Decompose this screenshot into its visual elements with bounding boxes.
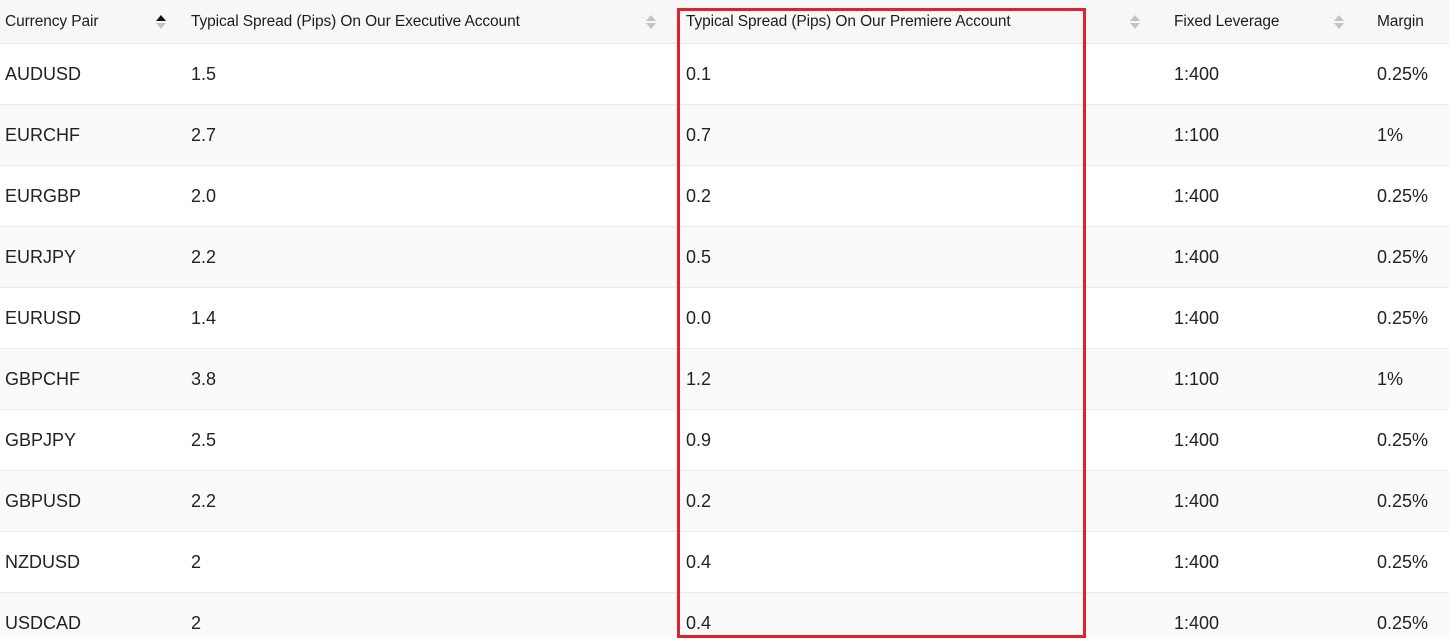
table-row: GBPJPY 2.5 0.9 1:400 0.25%	[0, 410, 1449, 471]
cell-margin: 0.25%	[1377, 307, 1429, 328]
cell-margin: 1%	[1377, 124, 1404, 145]
table-row: EURGBP 2.0 0.2 1:400 0.25%	[0, 166, 1449, 227]
cell-executive-spread: 2.2	[191, 246, 217, 267]
sort-arrows-icon[interactable]	[1332, 14, 1346, 29]
cell-margin: 0.25%	[1377, 429, 1429, 450]
cell-premiere-spread: 0.7	[686, 124, 712, 145]
table-row: NZDUSD 2 0.4 1:400 0.25%	[0, 532, 1449, 593]
cell-margin: 0.25%	[1377, 246, 1429, 267]
cell-executive-spread: 3.8	[191, 368, 217, 389]
table-header-row: Currency Pair Typical Spread (Pips) On O…	[0, 0, 1449, 44]
cell-margin: 1%	[1377, 368, 1404, 389]
cell-margin: 0.25%	[1377, 490, 1429, 511]
cell-fixed-leverage: 1:400	[1174, 63, 1220, 84]
cell-margin: 0.25%	[1377, 185, 1429, 206]
cell-premiere-spread: 0.5	[686, 246, 712, 267]
cell-premiere-spread: 0.9	[686, 429, 712, 450]
column-header-label: Typical Spread (Pips) On Our Premiere Ac…	[686, 12, 1011, 30]
cell-executive-spread: 2.2	[191, 490, 217, 511]
table-row: AUDUSD 1.5 0.1 1:400 0.25%	[0, 44, 1449, 105]
cell-executive-spread: 2.5	[191, 429, 217, 450]
sort-ascending-icon[interactable]	[154, 14, 168, 29]
table-row: USDCAD 2 0.4 1:400 0.25%	[0, 593, 1449, 639]
cell-fixed-leverage: 1:400	[1174, 551, 1220, 572]
column-header-executive-spread[interactable]: Typical Spread (Pips) On Our Executive A…	[186, 0, 672, 43]
cell-premiere-spread: 0.4	[686, 551, 712, 572]
sort-arrows-icon[interactable]	[644, 14, 658, 29]
cell-fixed-leverage: 1:400	[1174, 185, 1220, 206]
cell-fixed-leverage: 1:400	[1174, 246, 1220, 267]
table-row: EURCHF 2.7 0.7 1:100 1%	[0, 105, 1449, 166]
cell-premiere-spread: 0.0	[686, 307, 712, 328]
currency-spread-table: Currency Pair Typical Spread (Pips) On O…	[0, 0, 1449, 639]
cell-executive-spread: 1.4	[191, 307, 217, 328]
cell-currency-pair: GBPUSD	[5, 490, 82, 511]
cell-executive-spread: 2	[191, 612, 202, 633]
cell-currency-pair: EURGBP	[5, 185, 82, 206]
cell-executive-spread: 1.5	[191, 63, 217, 84]
cell-fixed-leverage: 1:400	[1174, 429, 1220, 450]
cell-margin: 0.25%	[1377, 63, 1429, 84]
cell-fixed-leverage: 1:100	[1174, 368, 1220, 389]
column-header-fixed-leverage[interactable]: Fixed Leverage	[1156, 0, 1356, 43]
cell-fixed-leverage: 1:400	[1174, 612, 1220, 633]
cell-currency-pair: EURCHF	[5, 124, 80, 145]
cell-margin: 0.25%	[1377, 551, 1429, 572]
column-header-label: Typical Spread (Pips) On Our Executive A…	[191, 12, 520, 30]
column-header-label: Fixed Leverage	[1174, 12, 1280, 30]
column-header-currency-pair[interactable]: Currency Pair	[0, 0, 186, 43]
table-body: AUDUSD 1.5 0.1 1:400 0.25% EURCHF 2.7 0.7 1:100 1…	[0, 44, 1449, 639]
cell-executive-spread: 2.7	[191, 124, 217, 145]
cell-currency-pair: EURUSD	[5, 307, 82, 328]
cell-currency-pair: USDCAD	[5, 612, 82, 633]
cell-executive-spread: 2	[191, 551, 202, 572]
table-row: GBPCHF 3.8 1.2 1:100 1%	[0, 349, 1449, 410]
cell-currency-pair: GBPJPY	[5, 429, 77, 450]
cell-margin: 0.25%	[1377, 612, 1429, 633]
sort-arrows-icon[interactable]	[1128, 14, 1142, 29]
cell-premiere-spread: 0.2	[686, 490, 712, 511]
cell-fixed-leverage: 1:400	[1174, 490, 1220, 511]
cell-premiere-spread: 0.1	[686, 63, 712, 84]
cell-premiere-spread: 0.2	[686, 185, 712, 206]
cell-fixed-leverage: 1:400	[1174, 307, 1220, 328]
cell-currency-pair: NZDUSD	[5, 551, 80, 572]
table-row: EURUSD 1.4 0.0 1:400 0.25%	[0, 288, 1449, 349]
cell-currency-pair: GBPCHF	[5, 368, 81, 389]
cell-premiere-spread: 0.4	[686, 612, 712, 633]
cell-premiere-spread: 1.2	[686, 368, 712, 389]
cell-executive-spread: 2.0	[191, 185, 217, 206]
column-header-label: Margin	[1377, 12, 1424, 30]
table-row: EURJPY 2.2 0.5 1:400 0.25%	[0, 227, 1449, 288]
cell-currency-pair: EURJPY	[5, 246, 77, 267]
cell-fixed-leverage: 1:100	[1174, 124, 1220, 145]
column-header-margin[interactable]: Margin	[1356, 0, 1449, 43]
table-row: GBPUSD 2.2 0.2 1:400 0.25%	[0, 471, 1449, 532]
column-header-premiere-spread[interactable]: Typical Spread (Pips) On Our Premiere Ac…	[672, 0, 1156, 43]
cell-currency-pair: AUDUSD	[5, 63, 82, 84]
column-header-label: Currency Pair	[5, 12, 99, 30]
